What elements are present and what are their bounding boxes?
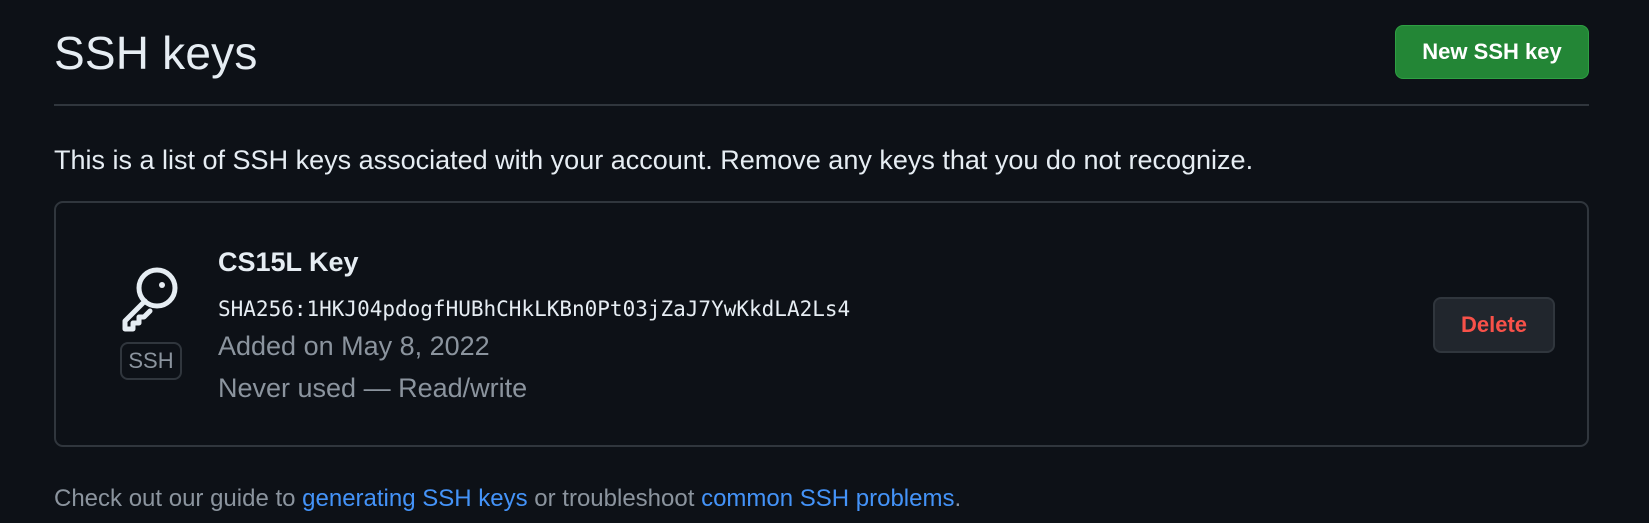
key-usage-info: Never used — Read/write xyxy=(218,373,528,403)
footer-suffix: . xyxy=(954,485,962,512)
key-icon xyxy=(118,265,182,335)
generating-ssh-keys-link[interactable]: generating SSH keys xyxy=(302,485,527,512)
footer-help-text: Check out our guide to generating SSH ke… xyxy=(54,485,961,513)
page-header: SSH keys New SSH key xyxy=(54,22,1589,106)
key-added-date: Added on May 8, 2022 xyxy=(218,331,490,361)
ssh-keys-page: SSH keys New SSH key This is a list of S… xyxy=(0,0,1649,523)
key-title: CS15L Key xyxy=(218,247,359,277)
delete-key-button[interactable]: Delete xyxy=(1433,297,1555,353)
common-ssh-problems-link[interactable]: common SSH problems xyxy=(701,485,954,512)
page-title: SSH keys xyxy=(54,27,258,79)
ssh-badge: SSH xyxy=(120,342,182,380)
intro-text: This is a list of SSH keys associated wi… xyxy=(54,145,1254,175)
footer-middle: or troubleshoot xyxy=(527,485,702,512)
footer-prefix: Check out our guide to xyxy=(54,485,303,512)
ssh-key-item: SSH CS15L Key SHA256:1HKJ04pdogfHUBhCHkL… xyxy=(54,201,1589,447)
key-fingerprint: SHA256:1HKJ04pdogfHUBhCHkLKBn0Pt03jZaJ7Y… xyxy=(218,297,851,321)
new-ssh-key-button[interactable]: New SSH key xyxy=(1395,25,1589,79)
